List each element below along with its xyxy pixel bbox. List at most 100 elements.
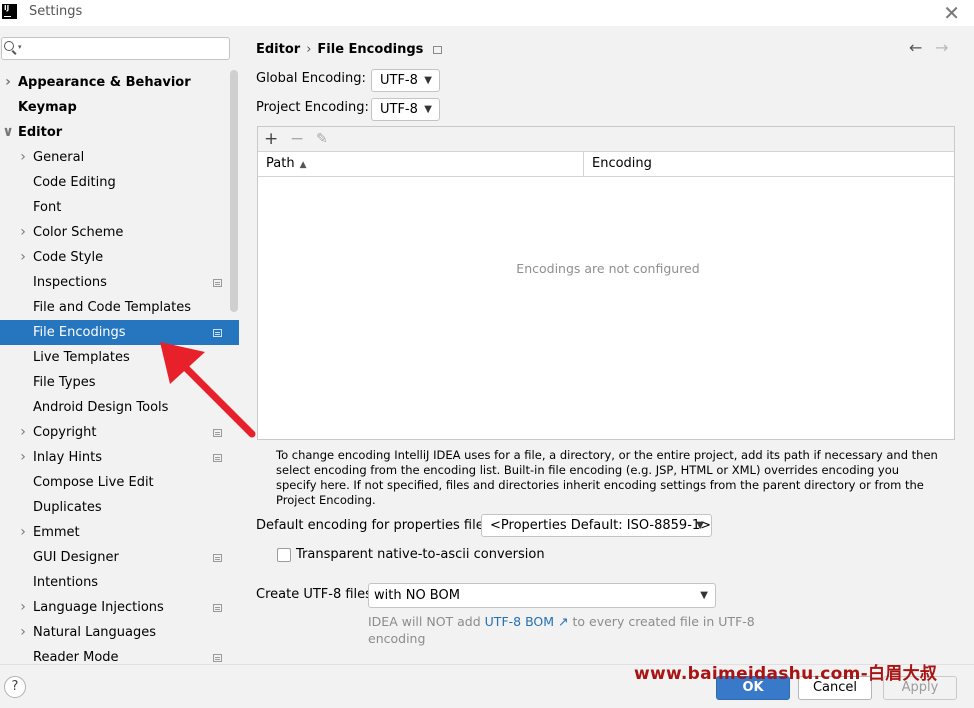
table-toolbar: + − ✎ (258, 127, 954, 152)
properties-encoding-value: <Properties Default: ISO-8859-1> (490, 518, 712, 533)
sidebar-item-appearance-behavior[interactable]: › Appearance & Behavior (0, 70, 239, 95)
chevron-down-icon[interactable]: ∨ (2, 120, 14, 145)
sidebar-item-file-encodings[interactable]: File Encodings (0, 320, 239, 345)
chevron-right-icon[interactable]: › (2, 70, 14, 95)
project-encoding-value: UTF-8 (380, 102, 418, 117)
sidebar-item-inlay-hints[interactable]: › Inlay Hints (0, 445, 239, 470)
watermark-text: www.baimeidashu.com-白眉大叔 (634, 664, 938, 684)
sidebar-item-label: Android Design Tools (33, 400, 169, 415)
sidebar-item-copyright[interactable]: › Copyright (0, 420, 239, 445)
title-bar: IJ Settings ✕ (0, 0, 974, 26)
sidebar-item-file-and-code-templates[interactable]: File and Code Templates (0, 295, 239, 320)
help-button[interactable]: ? (4, 676, 26, 698)
transparent-conversion-label[interactable]: Transparent native-to-ascii conversion (296, 547, 545, 562)
project-level-icon (213, 554, 222, 562)
close-icon[interactable]: ✕ (943, 1, 960, 25)
chevron-down-icon: ▼ (424, 104, 432, 115)
chevron-down-icon: ▼ (424, 75, 432, 86)
sidebar-item-code-style[interactable]: › Code Style (0, 245, 239, 270)
chevron-right-icon[interactable]: › (17, 595, 29, 620)
sidebar-item-label: File and Code Templates (33, 300, 191, 315)
sidebar-item-gui-designer[interactable]: GUI Designer (0, 545, 239, 570)
sort-ascending-icon: ▲ (299, 160, 307, 170)
sidebar-item-label: Color Scheme (33, 225, 124, 240)
transparent-conversion-checkbox[interactable] (277, 548, 291, 562)
sidebar-item-label: File Encodings (33, 325, 126, 340)
utf8-files-label: Create UTF-8 files: (256, 587, 377, 602)
sidebar-item-code-editing[interactable]: Code Editing (0, 170, 239, 195)
utf8-bom-value: with NO BOM (374, 588, 460, 603)
sidebar-item-android-design-tools[interactable]: Android Design Tools (0, 395, 239, 420)
sidebar-item-label: Inspections (33, 275, 107, 290)
search-input[interactable] (26, 39, 226, 58)
sidebar-scrollbar[interactable] (230, 70, 238, 312)
sidebar-item-label: General (33, 150, 85, 165)
project-encoding-select[interactable]: UTF-8 ▼ (371, 98, 440, 121)
encoding-help-text: To change encoding IntelliJ IDEA uses fo… (276, 448, 938, 507)
sidebar-item-label: Natural Languages (33, 625, 157, 640)
global-encoding-select[interactable]: UTF-8 ▼ (371, 69, 440, 92)
sidebar-item-natural-languages[interactable]: › Natural Languages (0, 620, 239, 645)
sidebar-item-live-templates[interactable]: Live Templates (0, 345, 239, 370)
sidebar-item-label: Code Style (33, 250, 104, 265)
edit-icon[interactable]: ✎ (316, 128, 328, 150)
sidebar-item-label: Intentions (33, 575, 99, 590)
chevron-down-icon: ▼ (700, 590, 708, 601)
add-icon[interactable]: + (264, 128, 278, 150)
search-icon (4, 41, 14, 51)
sidebar-item-keymap[interactable]: Keymap (0, 95, 239, 120)
sidebar-item-label: File Types (33, 375, 96, 390)
column-divider[interactable] (583, 152, 584, 176)
back-arrow-icon[interactable]: ← (909, 38, 922, 57)
sidebar-item-font[interactable]: Font (0, 195, 239, 220)
properties-encoding-select[interactable]: <Properties Default: ISO-8859-1> ▼ (481, 514, 712, 537)
sidebar-item-label: Keymap (18, 100, 77, 115)
sidebar-item-intentions[interactable]: Intentions (0, 570, 239, 595)
sidebar-item-duplicates[interactable]: Duplicates (0, 495, 239, 520)
sidebar-item-label: GUI Designer (33, 550, 119, 565)
sidebar-item-compose-live-edit[interactable]: Compose Live Edit (0, 470, 239, 495)
sidebar-item-emmet[interactable]: › Emmet (0, 520, 239, 545)
project-encoding-label: Project Encoding: (256, 100, 369, 115)
chevron-right-icon[interactable]: › (17, 245, 29, 270)
remove-icon[interactable]: − (290, 128, 304, 150)
search-history-caret-icon[interactable]: ▾ (18, 43, 22, 51)
utf8-bom-select[interactable]: with NO BOM ▼ (368, 583, 716, 608)
chevron-right-icon[interactable]: › (17, 445, 29, 470)
sidebar-item-general[interactable]: › General (0, 145, 239, 170)
chevron-right-icon[interactable]: › (17, 620, 29, 645)
encoding-column-header[interactable]: Encoding (592, 152, 652, 176)
sidebar-item-editor[interactable]: ∨ Editor (0, 120, 239, 145)
sidebar-item-reader-mode[interactable]: Reader Mode (0, 645, 239, 664)
utf8-bom-link[interactable]: UTF-8 BOM ↗ (485, 614, 569, 629)
breadcrumb-separator: › (306, 42, 312, 57)
path-column-label: Path (266, 156, 295, 171)
chevron-right-icon[interactable]: › (17, 220, 29, 245)
sidebar-item-file-types[interactable]: File Types (0, 370, 239, 395)
sidebar-item-language-injections[interactable]: › Language Injections (0, 595, 239, 620)
sidebar-item-label: Copyright (33, 425, 97, 440)
settings-search[interactable]: ▾ (1, 37, 230, 60)
sidebar-item-label: Inlay Hints (33, 450, 102, 465)
project-level-icon (213, 329, 222, 337)
sidebar-item-label: Compose Live Edit (33, 475, 154, 490)
window-title: Settings (29, 4, 83, 19)
path-encodings-table: + − ✎ Path ▲ Encoding Encodings are not c… (257, 126, 955, 440)
sidebar-item-label: Live Templates (33, 350, 130, 365)
path-column-header[interactable]: Path ▲ (266, 152, 306, 176)
breadcrumb-parent: Editor (256, 42, 301, 57)
utf8-bom-link-label: UTF-8 BOM (484, 614, 555, 629)
chevron-right-icon[interactable]: › (17, 520, 29, 545)
chevron-right-icon[interactable]: › (17, 145, 29, 170)
chevron-right-icon[interactable]: › (17, 420, 29, 445)
sidebar-item-color-scheme[interactable]: › Color Scheme (0, 220, 239, 245)
sidebar-item-label: Reader Mode (33, 650, 119, 664)
project-level-icon (213, 429, 222, 437)
breadcrumb-current: File Encodings (317, 42, 424, 57)
chevron-down-icon: ▼ (696, 520, 704, 531)
global-encoding-value: UTF-8 (380, 73, 418, 88)
sidebar-item-inspections[interactable]: Inspections (0, 270, 239, 295)
settings-sidebar: ▾ › Appearance & Behavior Keymap ∨ Editor › Ge… (0, 26, 239, 664)
sidebar-item-label: Emmet (33, 525, 80, 540)
forward-arrow-icon[interactable]: → (935, 38, 948, 57)
